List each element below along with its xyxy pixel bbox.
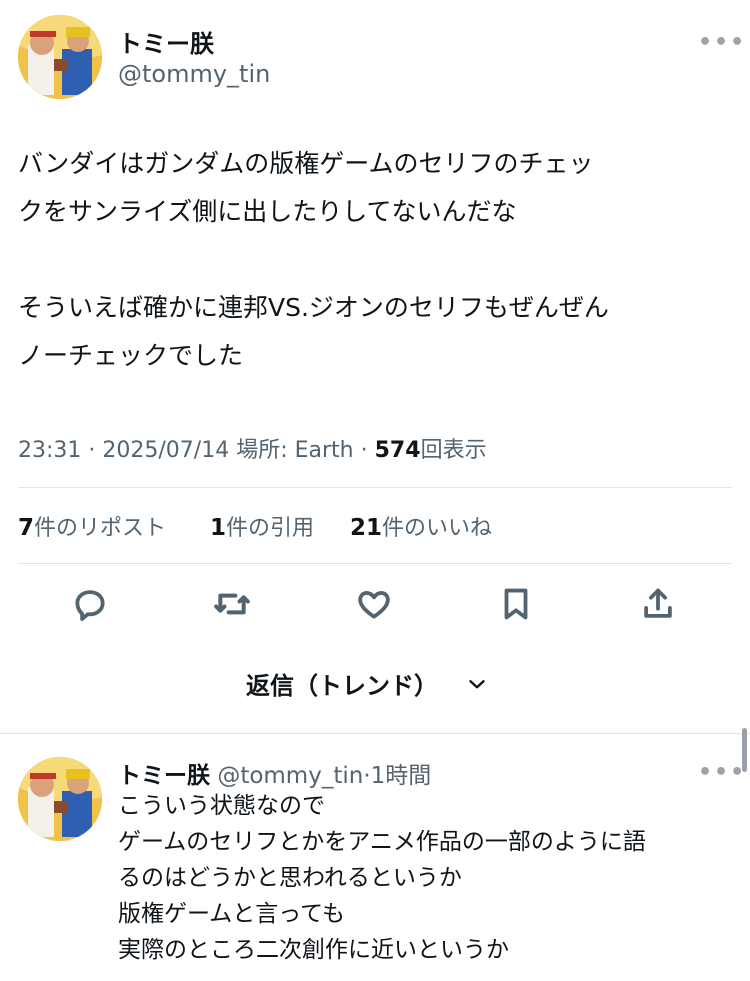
views-count: 574 — [374, 438, 421, 463]
reply-text: こういう状態なので ゲームのセリフとかをアニメ作品の一部のように語 るのはどうか… — [118, 793, 646, 963]
views-label: 回表示 — [420, 438, 487, 463]
more-options-icon[interactable]: ••• — [698, 30, 746, 55]
bookmark-icon — [504, 588, 528, 620]
quotes-label: 件の引用 — [226, 516, 315, 541]
replies-sort-label: 返信（トレンド） — [246, 672, 438, 700]
tweet-location: 場所: Earth — [236, 438, 354, 463]
author-avatar[interactable] — [18, 15, 102, 99]
avatar-image — [18, 15, 102, 99]
reply-button[interactable] — [68, 582, 112, 626]
reposts-label: 件のリポスト — [34, 516, 167, 541]
chevron-down-icon — [469, 679, 485, 688]
quotes-stat[interactable]: 1件の引用 — [210, 510, 314, 542]
tweet-meta: 23:31 · 2025/07/14 場所: Earth · 574回表示 — [18, 432, 487, 464]
tweet-text: バンダイはガンダムの版権ゲームのセリフのチェッ クをサンライズ側に出したりしてな… — [18, 149, 609, 370]
reply-time[interactable]: 1時間 — [371, 763, 432, 789]
avatar-image — [18, 757, 102, 841]
reply-header: トミー朕 @tommy_tin·1時間 — [118, 756, 431, 790]
tweet-date[interactable]: 2025/07/14 — [102, 438, 229, 463]
like-icon — [358, 591, 390, 619]
repost-button[interactable] — [210, 582, 254, 626]
reply-author-handle[interactable]: @tommy_tin — [217, 763, 363, 789]
reply-more-options-icon[interactable]: ••• — [698, 760, 746, 785]
likes-stat[interactable]: 21件のいいね — [350, 510, 492, 542]
scrollbar[interactable] — [742, 728, 747, 772]
reply-author-name[interactable]: トミー朕 — [118, 763, 210, 789]
bookmark-button[interactable] — [494, 582, 538, 626]
separator: · — [360, 438, 368, 463]
divider — [18, 563, 732, 564]
likes-label: 件のいいね — [382, 516, 493, 541]
repost-icon — [214, 593, 250, 615]
reply-icon — [75, 590, 105, 621]
author-handle[interactable]: @tommy_tin — [118, 60, 270, 88]
replies-sort-dropdown[interactable]: 返信（トレンド） — [246, 666, 490, 701]
author-display-name[interactable]: トミー朕 — [118, 24, 214, 59]
divider — [0, 733, 750, 734]
reposts-stat[interactable]: 7件のリポスト — [18, 510, 166, 542]
share-icon — [644, 588, 672, 618]
quotes-count: 1 — [210, 515, 227, 541]
likes-count: 21 — [350, 515, 383, 541]
reply-author-avatar[interactable] — [18, 757, 102, 841]
divider — [18, 487, 732, 488]
like-button[interactable] — [352, 582, 396, 626]
share-button[interactable] — [636, 582, 680, 626]
tweet-time[interactable]: 23:31 — [18, 438, 81, 463]
reposts-count: 7 — [18, 515, 35, 541]
separator: · — [88, 438, 96, 463]
separator: · — [363, 763, 371, 789]
